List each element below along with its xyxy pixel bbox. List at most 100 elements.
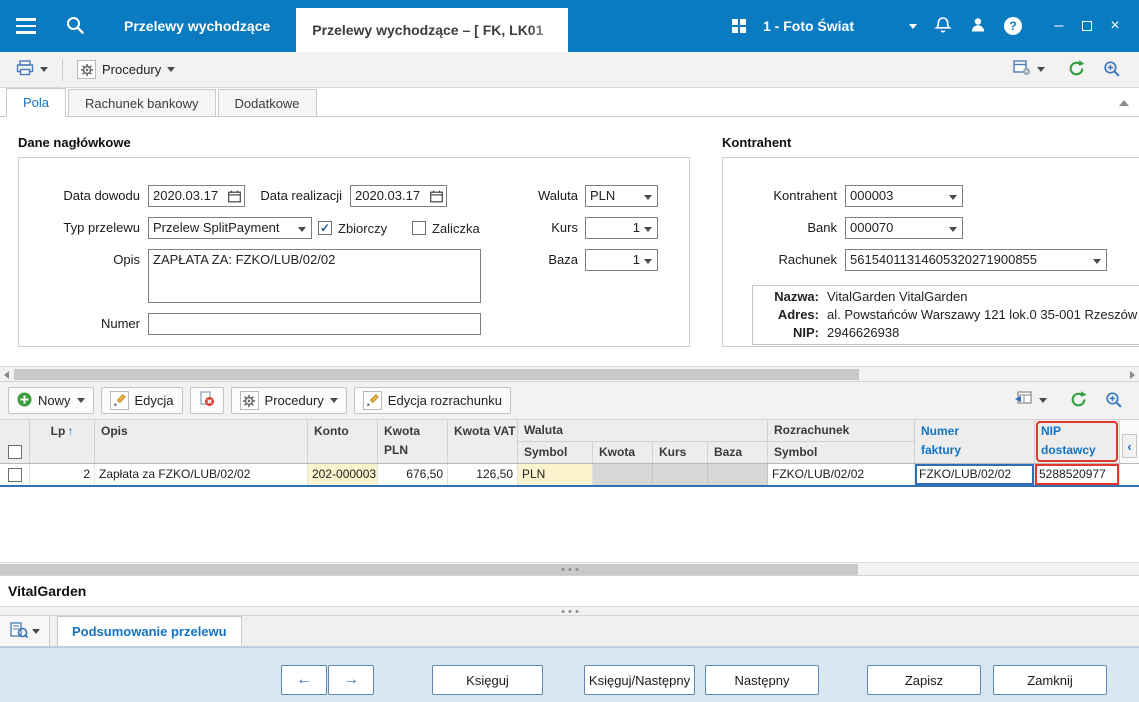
- baza-select[interactable]: 1: [585, 249, 658, 271]
- column-header-rozrachunek[interactable]: Rozrachunek: [768, 420, 914, 442]
- chevron-down-icon: [77, 398, 85, 403]
- baza-label: Baza: [488, 249, 578, 271]
- summary-splitter[interactable]: [0, 606, 1139, 616]
- column-header-kwota-pln[interactable]: Kwota PLN: [378, 420, 448, 463]
- search-button[interactable]: [52, 0, 98, 52]
- edycja-button[interactable]: Edycja: [101, 387, 183, 414]
- company-name: 1 - Foto Świat: [763, 18, 854, 34]
- column-header-rozrachunek-symbol[interactable]: Symbol: [768, 442, 915, 463]
- typ-przelewu-label: Typ przelewu: [20, 217, 140, 239]
- notifications-bell-icon[interactable]: [934, 16, 952, 37]
- collapse-side-panel-button[interactable]: ‹: [1122, 434, 1137, 458]
- opis-textarea[interactable]: ZAPŁATA ZA: FZKO/LUB/02/02: [148, 249, 481, 303]
- hamburger-menu-button[interactable]: [0, 0, 52, 52]
- toolbar-separator: [62, 59, 63, 81]
- numer-input[interactable]: [148, 313, 481, 335]
- zamknij-button[interactable]: Zamknij: [993, 665, 1107, 695]
- column-header-opis[interactable]: Opis: [95, 420, 308, 463]
- company-selector[interactable]: 1 - Foto Świat: [763, 18, 917, 34]
- grid-row-selected[interactable]: 2 Zapłata za FZKO/LUB/02/02 202-000003 6…: [0, 464, 1139, 487]
- calendar-icon[interactable]: [430, 190, 443, 206]
- grid-procedury-button[interactable]: Procedury: [231, 387, 347, 414]
- collapse-panel-button[interactable]: [1117, 97, 1131, 109]
- pencil-icon: [110, 391, 129, 410]
- row-select-cell[interactable]: [0, 464, 30, 485]
- column-header-kwota-vat[interactable]: Kwota VAT: [448, 420, 518, 463]
- form-horizontal-scrollbar[interactable]: [0, 366, 1139, 382]
- ksieguj-nastepny-button[interactable]: Księguj/Następny: [584, 665, 695, 695]
- grid-view-button[interactable]: [1009, 387, 1053, 414]
- nastepny-button[interactable]: Następny: [705, 665, 819, 695]
- grid-horizontal-scrollbar[interactable]: [0, 562, 1139, 576]
- zapisz-button[interactable]: Zapisz: [867, 665, 981, 695]
- previous-record-button[interactable]: ←: [281, 665, 327, 695]
- kontrahent-select[interactable]: 000003: [845, 185, 963, 207]
- column-header-waluta-kwota[interactable]: Kwota: [593, 442, 653, 463]
- summary-view-button[interactable]: [0, 616, 50, 646]
- delete-button[interactable]: [190, 387, 224, 414]
- cell-konto[interactable]: 202-000003: [308, 464, 378, 485]
- minimize-button[interactable]: –: [1045, 11, 1073, 41]
- maximize-button[interactable]: [1073, 11, 1101, 41]
- app-tab-active[interactable]: Przelewy wychodzące – [ FK, LK01: [296, 8, 568, 52]
- help-icon[interactable]: ?: [1004, 17, 1022, 35]
- ksieguj-button[interactable]: Księguj: [432, 665, 543, 695]
- rachunek-select[interactable]: 56154011314605320271900855: [845, 249, 1107, 271]
- view-settings-button[interactable]: [1007, 56, 1051, 83]
- column-header-numer-faktury[interactable]: Numer faktury: [915, 420, 1035, 463]
- column-header-lp[interactable]: Lp↑: [30, 420, 95, 463]
- kurs-label: Kurs: [488, 217, 578, 239]
- print-button[interactable]: [10, 56, 54, 83]
- cell-nip-dostawcy[interactable]: 5288520977: [1035, 464, 1120, 485]
- edycja-rozrachunku-button[interactable]: Edycja rozrachunku: [354, 387, 511, 414]
- user-account-icon[interactable]: [969, 16, 987, 37]
- waluta-select[interactable]: PLN: [585, 185, 658, 207]
- bank-select[interactable]: 000070: [845, 217, 963, 239]
- select-all-checkbox[interactable]: [0, 420, 30, 463]
- scroll-left-arrow[interactable]: [4, 371, 9, 379]
- next-record-button[interactable]: →: [328, 665, 374, 695]
- chevron-down-icon: [644, 259, 652, 264]
- scroll-right-arrow[interactable]: [1130, 371, 1135, 379]
- column-header-waluta-baza[interactable]: Baza: [708, 442, 768, 463]
- search-zoom-button[interactable]: [1102, 59, 1121, 81]
- cell-numer-faktury-selected[interactable]: FZKO/LUB/02/02: [915, 464, 1035, 485]
- typ-przelewu-select[interactable]: Przelew SplitPayment: [148, 217, 312, 239]
- column-header-waluta-kurs[interactable]: Kurs: [653, 442, 708, 463]
- data-dowodu-input[interactable]: 2020.03.17: [148, 185, 245, 207]
- cell-rozrachunek-symbol[interactable]: FZKO/LUB/02/02: [768, 464, 915, 485]
- nowy-button[interactable]: Nowy: [8, 387, 94, 414]
- cell-opis[interactable]: Zapłata za FZKO/LUB/02/02: [95, 464, 308, 485]
- cell-kwota-pln[interactable]: 676,50: [378, 464, 448, 485]
- kurs-select[interactable]: 1: [585, 217, 658, 239]
- grid-refresh-button[interactable]: [1069, 390, 1088, 412]
- grid-search-zoom-button[interactable]: [1104, 390, 1123, 412]
- apps-grid-icon[interactable]: [732, 19, 746, 33]
- column-header-konto[interactable]: Konto: [308, 420, 378, 463]
- nazwa-label: Nazwa:: [753, 288, 819, 306]
- splitter-handle[interactable]: [561, 568, 578, 571]
- arrow-left-icon: ←: [296, 671, 312, 689]
- data-realizacji-input[interactable]: 2020.03.17: [350, 185, 447, 207]
- column-header-waluta[interactable]: Waluta: [518, 420, 767, 442]
- column-header-nip-dostawcy[interactable]: NIP dostawcy: [1035, 420, 1120, 463]
- splitter-handle[interactable]: [561, 610, 578, 613]
- procedury-button[interactable]: Procedury: [71, 56, 181, 83]
- scrollbar-thumb[interactable]: [14, 369, 859, 380]
- tab-rachunek-bankowy[interactable]: Rachunek bankowy: [68, 89, 215, 116]
- close-button[interactable]: ×: [1101, 11, 1129, 41]
- edycja-rozrachunku-label: Edycja rozrachunku: [388, 393, 502, 408]
- scrollbar-thumb[interactable]: [0, 564, 858, 575]
- cell-lp[interactable]: 2: [30, 464, 95, 485]
- column-header-waluta-symbol[interactable]: Symbol: [518, 442, 593, 463]
- cell-waluta-symbol[interactable]: PLN: [518, 464, 593, 485]
- cell-kwota-vat[interactable]: 126,50: [448, 464, 518, 485]
- refresh-button[interactable]: [1067, 59, 1086, 81]
- bottom-button-bar: ← → Księguj Księguj/Następny Następny Za…: [0, 647, 1139, 702]
- zbiorczy-checkbox[interactable]: ✓ Zbiorczy: [318, 219, 387, 237]
- tab-podsumowanie-przelewu[interactable]: Podsumowanie przelewu: [57, 616, 242, 646]
- tab-dodatkowe[interactable]: Dodatkowe: [218, 89, 317, 116]
- app-tab-przelewy-wychodzace[interactable]: Przelewy wychodzące: [98, 0, 296, 52]
- tab-pola[interactable]: Pola: [6, 88, 66, 117]
- zaliczka-checkbox[interactable]: Zaliczka: [412, 219, 480, 237]
